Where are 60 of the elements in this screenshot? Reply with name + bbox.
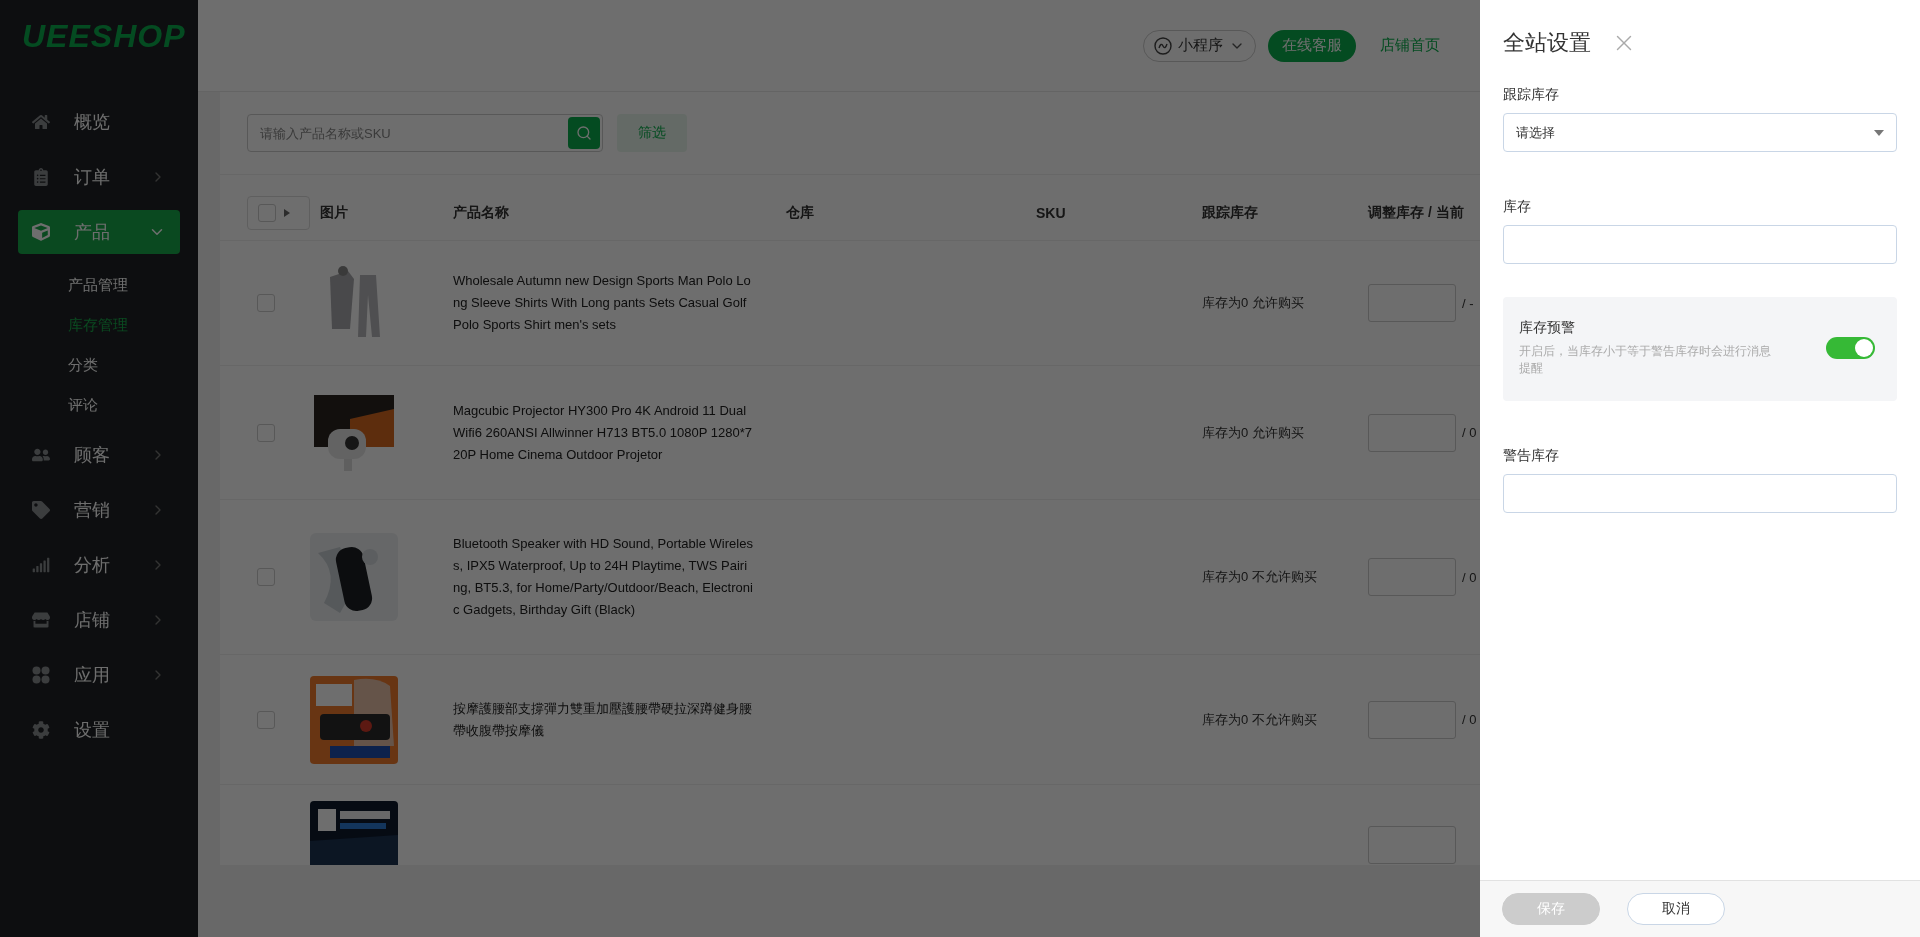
column-header: 仓库	[786, 203, 814, 222]
sidebar-item[interactable]: 分析	[18, 543, 180, 587]
sidebar-item[interactable]: 设置	[18, 708, 180, 752]
column-header: 调整库存 / 当前	[1368, 203, 1464, 222]
store-icon	[32, 611, 50, 629]
bar-chart-icon	[32, 556, 50, 574]
cube-icon	[32, 223, 50, 241]
caret-down-icon	[1874, 129, 1884, 136]
logo: UEESHOP	[21, 18, 186, 56]
field-label: 跟踪库存	[1503, 86, 1559, 104]
gear-icon	[32, 721, 50, 739]
current-stock: / 0	[1462, 425, 1477, 440]
search-icon	[576, 125, 592, 141]
current-stock: / 0	[1462, 712, 1477, 727]
product-name: Bluetooth Speaker with HD Sound, Portable Wireless, IPX5 Waterproof, Up to 24H Playtime, TWS Pairing, BT5.3, for Home/Party/Outdoor/Beach, Electronic Gadgets, Birthday Gift (Black)	[453, 535, 753, 619]
field-label: 库存	[1503, 198, 1531, 216]
sidebar-subitem[interactable]: 评论	[0, 385, 98, 425]
current-stock: / -	[1462, 295, 1474, 311]
sidebar-subitem[interactable]: 分类	[0, 345, 98, 385]
clipboard-icon	[32, 168, 50, 186]
tracking-status: 库存为0 允许购买	[1202, 423, 1304, 442]
home-icon	[32, 113, 50, 131]
sidebar-item[interactable]: 订单	[18, 155, 180, 199]
input-field[interactable]	[1503, 474, 1897, 513]
store-home-link[interactable]: 店铺首页	[1368, 36, 1452, 55]
tracking-status: 库存为0 允许购买	[1202, 294, 1304, 312]
sidebar-item[interactable]: 营销	[18, 488, 180, 532]
column-header: 图片	[320, 203, 348, 222]
sidebar-item[interactable]: 店铺	[18, 598, 180, 642]
select-all-dropdown[interactable]	[247, 195, 310, 230]
field-label: 警告库存	[1503, 447, 1559, 465]
drawer-title: 全站设置	[1503, 29, 1591, 57]
product-name: Wholesale Autumn new Design Sports Man Polo Long Sleeve Shirts With Long pants Sets Casual Golf Polo Sports Shirt men's sets	[453, 272, 752, 334]
sidebar-item[interactable]: 产品	[18, 210, 180, 254]
tag-icon	[32, 501, 50, 519]
caret-icon	[284, 208, 290, 217]
search-button[interactable]	[568, 117, 600, 149]
alert-description: 开启后，当库存小于等于警告库存时会进行消息提醒	[1519, 343, 1772, 377]
link-icon	[1154, 36, 1172, 55]
column-header: 产品名称	[453, 203, 509, 222]
users-icon	[32, 446, 50, 464]
apps-icon	[32, 666, 50, 684]
sidebar-item[interactable]: 顾客	[18, 433, 180, 477]
toggle-switch[interactable]	[1826, 337, 1875, 359]
current-stock: / 0	[1462, 569, 1477, 585]
column-header: SKU	[1036, 204, 1066, 221]
mini-program-dropdown[interactable]: 小程序	[1143, 29, 1256, 62]
sidebar-item[interactable]: 应用	[18, 653, 180, 697]
input-field[interactable]	[1503, 225, 1897, 264]
sidebar-subitem[interactable]: 产品管理	[0, 265, 128, 305]
online-service-button[interactable]: 在线客服	[1268, 29, 1356, 62]
tracking-status: 库存为0 不允许购买	[1202, 568, 1317, 586]
tracking-status: 库存为0 不允许购买	[1202, 710, 1317, 729]
select-field[interactable]: 请选择	[1503, 113, 1897, 152]
column-header: 跟踪库存	[1202, 203, 1258, 222]
alert-title: 库存预警	[1519, 319, 1575, 337]
cancel-button[interactable]: 取消	[1627, 893, 1725, 925]
product-name: Magcubic Projector HY300 Pro 4K Android 11 Dual Wifi6 260ANSI Allwinner H713 BT5.0 1080P 1280*720P Home Cinema Outdoor Projetor	[453, 401, 753, 464]
sidebar-item[interactable]: 概览	[18, 100, 180, 144]
product-name: 按摩護腰部支撐彈力雙重加壓護腰帶硬拉深蹲健身腰帶收腹帶按摩儀	[453, 699, 753, 740]
